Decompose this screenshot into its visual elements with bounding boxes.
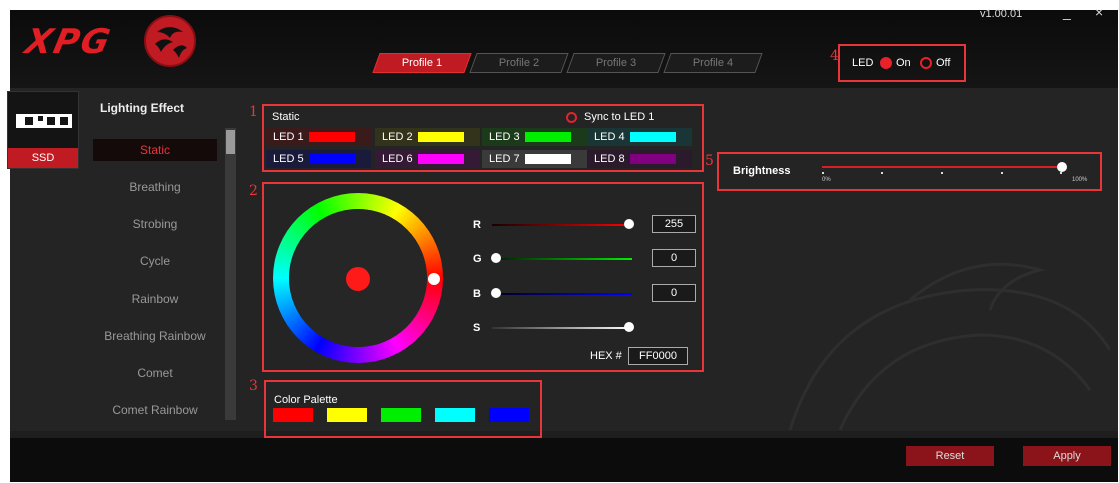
brightness-slider[interactable]	[822, 166, 1062, 168]
led-6-color-swatch[interactable]	[418, 154, 464, 164]
led-4-cell[interactable]: LED 4	[587, 128, 692, 146]
hue-knob[interactable]	[428, 273, 440, 285]
blue-value-field[interactable]: 0	[652, 284, 696, 302]
led-1-label: LED 1	[273, 131, 304, 143]
green-slider-knob[interactable]	[491, 253, 501, 263]
annotation-3: 3	[249, 378, 258, 394]
led-off-label: Off	[936, 57, 951, 69]
hex-value-field[interactable]: FF0000	[628, 347, 688, 365]
ssd-icon	[16, 114, 72, 128]
saturation-slider[interactable]	[492, 327, 632, 329]
effect-comet-rainbow[interactable]: Comet Rainbow	[93, 399, 217, 421]
effects-scroll-thumb[interactable]	[226, 130, 235, 154]
brightness-label: Brightness	[733, 165, 791, 177]
palette-swatch-5[interactable]	[489, 408, 529, 422]
brightness-max-label: 100%	[1072, 177, 1088, 183]
version-label: v1.00.01	[980, 8, 1023, 20]
led-2-label: LED 2	[382, 131, 413, 143]
tab-profile-3-label: Profile 3	[595, 57, 637, 69]
led-7-cell[interactable]: LED 7	[482, 150, 587, 168]
led-3-color-swatch[interactable]	[525, 132, 571, 142]
effect-breathing-rainbow[interactable]: Breathing Rainbow	[93, 325, 217, 347]
led-4-label: LED 4	[594, 131, 625, 143]
annotation-2: 2	[249, 183, 258, 199]
led-2-cell[interactable]: LED 2	[375, 128, 480, 146]
led-2-color-swatch[interactable]	[418, 132, 464, 142]
lighting-effect-title: Lighting Effect	[100, 101, 184, 115]
close-button[interactable]: ×	[1095, 4, 1103, 20]
led-7-label: LED 7	[489, 153, 520, 165]
palette-swatch-4[interactable]	[435, 408, 475, 422]
led-on-label: On	[896, 57, 911, 69]
tab-profile-2[interactable]: Profile 2	[469, 53, 569, 73]
color-wheel[interactable]	[272, 192, 444, 364]
effect-breathing[interactable]: Breathing	[93, 176, 217, 198]
palette-swatch-2[interactable]	[327, 408, 367, 422]
brightness-slider-knob[interactable]	[1057, 162, 1067, 172]
xpg-logo: XPG	[21, 22, 116, 62]
brightness-min-label: 0%	[822, 177, 831, 183]
tab-profile-4-label: Profile 4	[692, 57, 734, 69]
blue-slider[interactable]	[492, 293, 632, 295]
annotation-1: 1	[249, 104, 258, 120]
brightness-ticks	[822, 172, 1062, 174]
led-5-cell[interactable]: LED 5	[266, 150, 371, 168]
blue-slider-knob[interactable]	[491, 288, 501, 298]
green-slider[interactable]	[492, 258, 632, 260]
palette-swatch-3[interactable]	[381, 408, 421, 422]
green-value-field[interactable]: 0	[652, 249, 696, 267]
effect-static[interactable]: Static	[93, 139, 217, 161]
led-5-label: LED 5	[273, 153, 304, 165]
annotation-5: 5	[705, 153, 714, 169]
device-ssd-tile[interactable]: SSD	[7, 91, 79, 169]
led-1-cell[interactable]: LED 1	[266, 128, 371, 146]
blue-label: B	[473, 288, 481, 300]
effects-scrollbar[interactable]	[225, 128, 236, 420]
apply-button[interactable]: Apply	[1023, 446, 1111, 466]
tab-profile-4[interactable]: Profile 4	[663, 53, 763, 73]
led-4-color-swatch[interactable]	[630, 132, 676, 142]
tab-profile-1-label: Profile 1	[401, 57, 443, 69]
color-palette-title: Color Palette	[274, 394, 338, 406]
effect-rainbow[interactable]: Rainbow	[93, 288, 217, 310]
hex-label: HEX #	[590, 350, 622, 362]
red-slider[interactable]	[492, 224, 632, 226]
palette-swatch-1[interactable]	[273, 408, 313, 422]
led-6-label: LED 6	[382, 153, 413, 165]
led-8-color-swatch[interactable]	[630, 154, 676, 164]
led-switch-label: LED	[852, 57, 874, 69]
led-8-label: LED 8	[594, 153, 625, 165]
led-3-label: LED 3	[489, 131, 520, 143]
tab-profile-3[interactable]: Profile 3	[566, 53, 666, 73]
effect-comet[interactable]: Comet	[93, 362, 217, 384]
saturation-label: S	[473, 322, 481, 334]
tab-profile-2-label: Profile 2	[498, 57, 540, 69]
red-slider-knob[interactable]	[624, 219, 634, 229]
effect-strobing[interactable]: Strobing	[93, 213, 217, 235]
effect-cycle[interactable]: Cycle	[93, 250, 217, 272]
led-7-color-swatch[interactable]	[525, 154, 571, 164]
led-off-radio[interactable]	[920, 57, 932, 69]
led-on-radio[interactable]	[880, 57, 892, 69]
led-8-cell[interactable]: LED 8	[587, 150, 692, 168]
sync-label: Sync to LED 1	[584, 111, 655, 123]
reset-button[interactable]: Reset	[906, 446, 994, 466]
saturation-slider-knob[interactable]	[624, 322, 634, 332]
red-value-field[interactable]: 255	[652, 215, 696, 233]
minimize-button[interactable]: _	[1063, 4, 1071, 20]
green-label: G	[473, 253, 482, 265]
led-mode-label: Static	[272, 111, 300, 123]
led-5-color-swatch[interactable]	[309, 154, 355, 164]
xpg-emblem-icon	[144, 15, 196, 67]
led-6-cell[interactable]: LED 6	[375, 150, 480, 168]
background-emblem-icon	[788, 262, 1110, 430]
current-color-dot	[346, 267, 370, 291]
led-power-switch: LED On Off	[838, 44, 966, 82]
red-label: R	[473, 219, 481, 231]
tab-profile-1[interactable]: Profile 1	[372, 53, 472, 73]
led-3-cell[interactable]: LED 3	[482, 128, 587, 146]
led-1-color-swatch[interactable]	[309, 132, 355, 142]
device-label: SSD	[8, 148, 78, 168]
sync-radio[interactable]	[566, 112, 577, 123]
